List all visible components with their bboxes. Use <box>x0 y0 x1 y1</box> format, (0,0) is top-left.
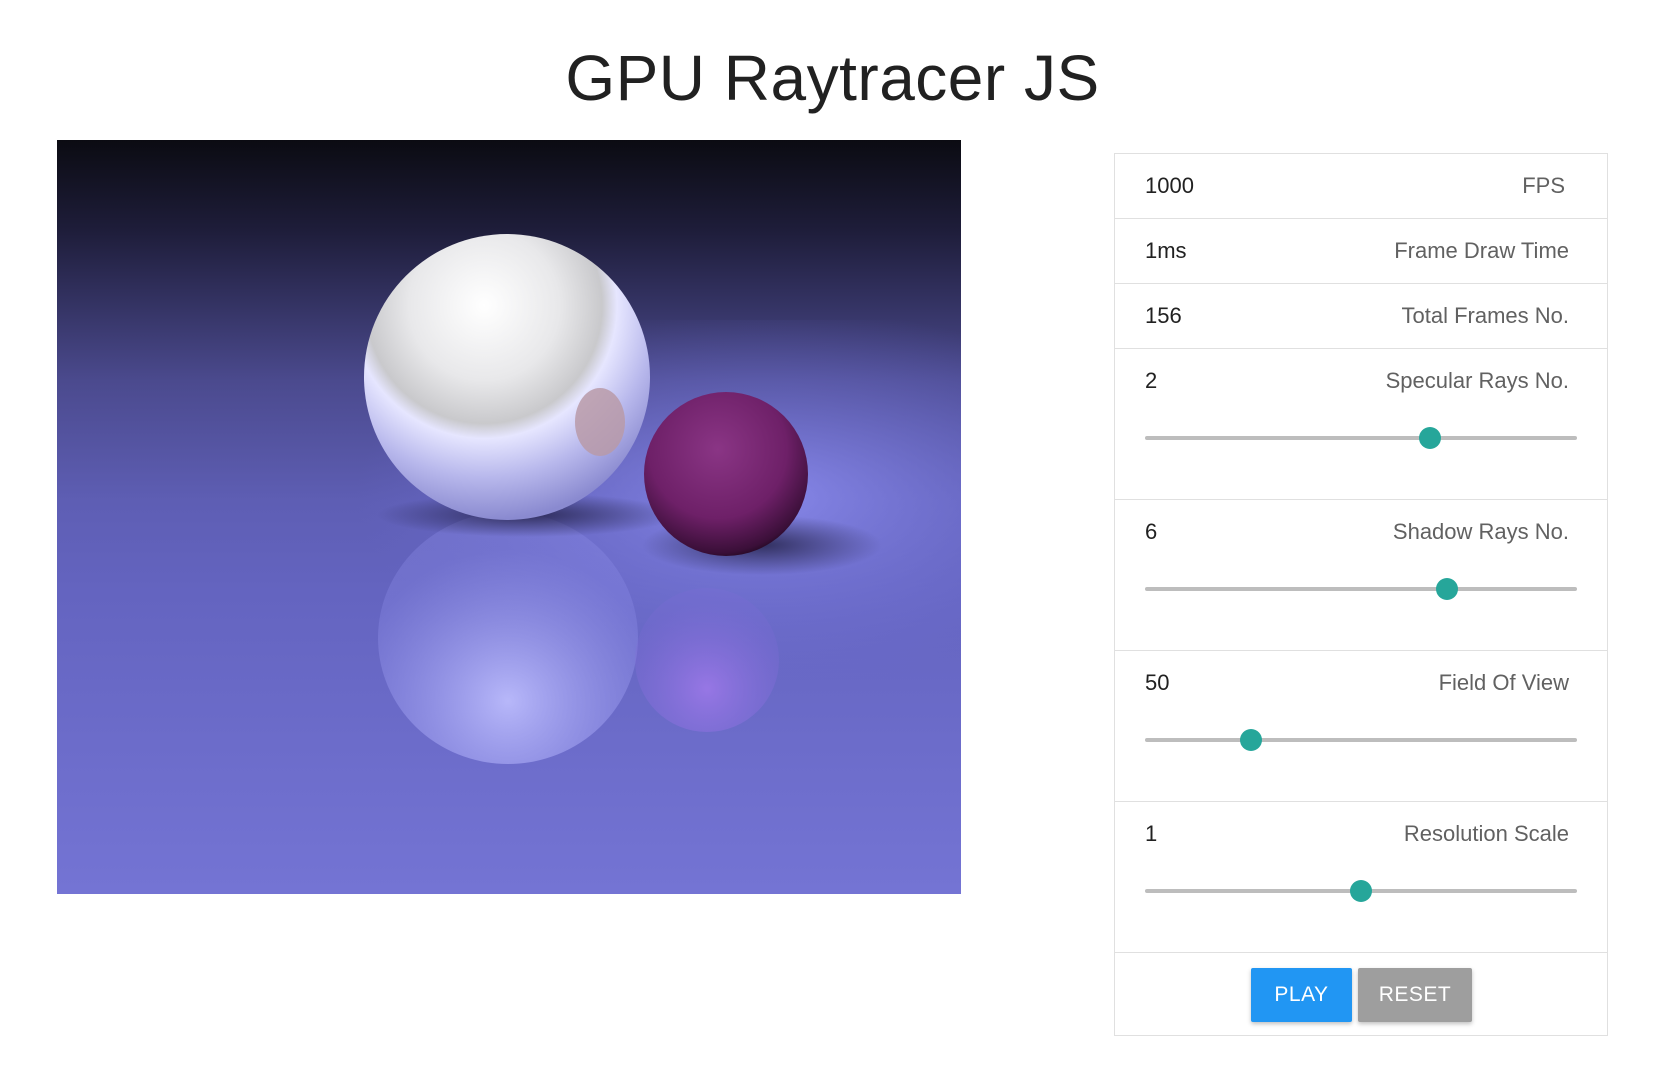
page: GPU Raytracer JS 1000 FPS 1ms Frame Draw… <box>0 0 1665 1086</box>
frame-draw-time-row: 1ms Frame Draw Time <box>1115 219 1607 284</box>
fps-value: 1000 <box>1145 173 1194 198</box>
frame-draw-time-value: 1ms <box>1145 238 1187 263</box>
page-title: GPU Raytracer JS <box>565 42 1100 114</box>
white-sphere <box>364 234 650 520</box>
field-of-view-slider-thumb[interactable] <box>1239 729 1262 751</box>
resolution-scale-slider[interactable] <box>1145 880 1577 902</box>
control-panel: 1000 FPS 1ms Frame Draw Time 156 Total F… <box>1114 153 1608 1036</box>
specular-rays-row: 2 Specular Rays No. <box>1115 349 1607 500</box>
raytraced-scene <box>57 140 961 894</box>
resolution-scale-value: 1 <box>1145 821 1158 846</box>
total-frames-row: 156 Total Frames No. <box>1115 284 1607 349</box>
play-button[interactable]: PLAY <box>1251 968 1352 1022</box>
frame-draw-time-label: Frame Draw Time <box>1394 238 1569 263</box>
fps-label: FPS <box>1522 173 1565 198</box>
field-of-view-label: Field Of View <box>1438 670 1569 695</box>
sphere-reflection-spot <box>575 388 625 456</box>
total-frames-value: 156 <box>1145 303 1182 328</box>
shadow-rays-slider[interactable] <box>1145 578 1577 600</box>
shadow-rays-slider-thumb[interactable] <box>1436 578 1459 600</box>
shadow-rays-label: Shadow Rays No. <box>1392 519 1569 544</box>
field-of-view-slider[interactable] <box>1145 729 1577 751</box>
white-sphere-reflection <box>378 512 638 764</box>
resolution-scale-row: 1 Resolution Scale <box>1115 802 1607 953</box>
shadow-rays-value: 6 <box>1145 519 1158 544</box>
reset-button[interactable]: RESET <box>1358 968 1472 1022</box>
purple-sphere <box>644 392 808 556</box>
resolution-scale-slider-thumb[interactable] <box>1350 880 1372 902</box>
button-bar: PLAY RESET <box>1115 953 1607 1037</box>
field-of-view-value: 50 <box>1145 670 1170 695</box>
shadow-rays-row: 6 Shadow Rays No. <box>1115 500 1607 651</box>
total-frames-label: Total Frames No. <box>1401 303 1570 328</box>
specular-rays-slider[interactable] <box>1145 427 1577 449</box>
field-of-view-row: 50 Field Of View <box>1115 651 1607 802</box>
specular-rays-value: 2 <box>1145 368 1158 393</box>
fps-row: 1000 FPS <box>1115 154 1607 219</box>
specular-rays-slider-thumb[interactable] <box>1419 427 1442 449</box>
render-canvas[interactable] <box>57 140 961 894</box>
specular-rays-label: Specular Rays No. <box>1385 368 1569 393</box>
resolution-scale-label: Resolution Scale <box>1403 821 1569 846</box>
purple-sphere-reflection <box>635 588 779 732</box>
